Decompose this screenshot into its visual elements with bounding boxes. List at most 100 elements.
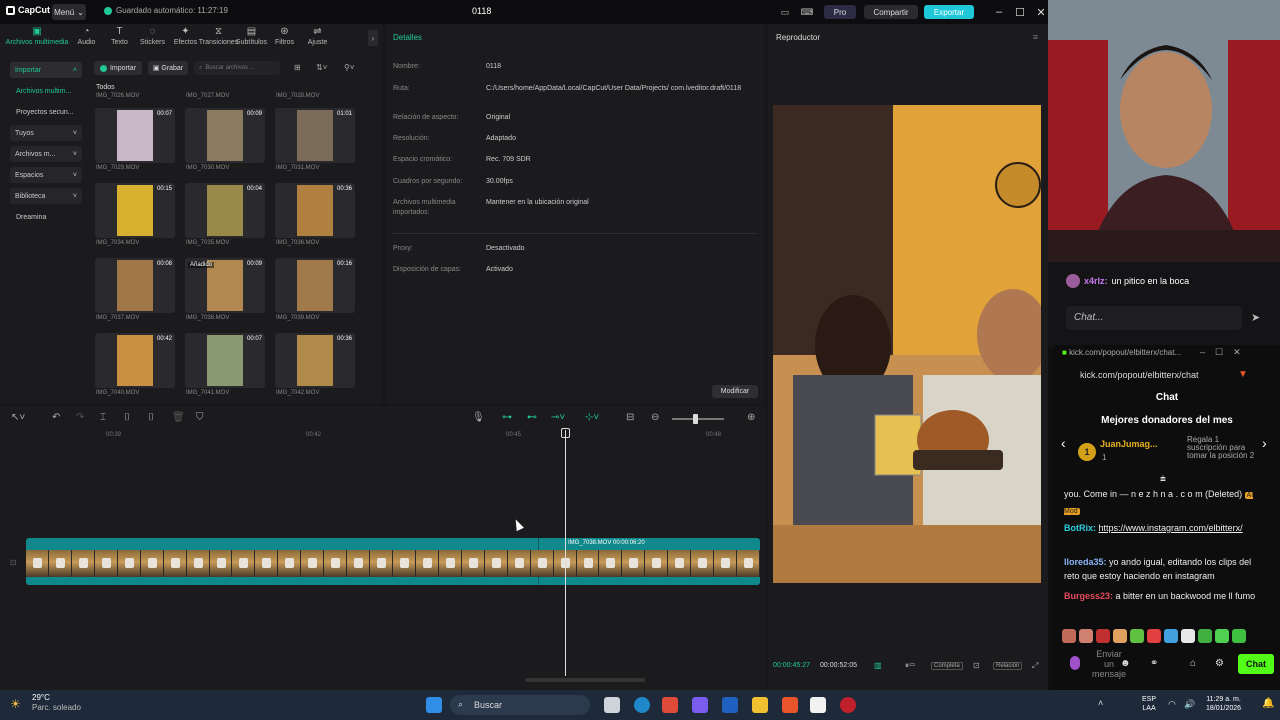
emote-icon[interactable] [1130,629,1144,643]
collapse-icon[interactable]: ⩧ [1160,474,1166,485]
filter-all[interactable]: Todos [96,84,115,91]
tool-text[interactable]: T Texto [103,26,136,50]
emote-icon[interactable] [1198,629,1212,643]
split-right-icon[interactable]: ⌷ [148,412,154,423]
clock[interactable]: 11:29 a. m. 18/01/2026 [1206,695,1241,713]
tool-adjust[interactable]: ⇌ Ajuste [301,26,334,50]
time-ruler[interactable]: 00:39 00:42 00:45 00:48 [26,428,766,440]
emote-icon[interactable] [1215,629,1229,643]
delete-icon[interactable]: 🗑 [172,412,185,423]
chat-send-button[interactable]: Chat [1238,654,1274,674]
linkage-icon[interactable]: ⊸˅ [551,412,565,423]
tool-effects[interactable]: ✦ Efectos [169,26,202,50]
chat-username[interactable]: lloreda35: [1064,557,1107,567]
media-thumbnail[interactable]: 00:07 [95,108,175,163]
tool-subtitle[interactable]: ▤ Subtítulos [235,26,268,50]
undo-icon[interactable]: ↶ [52,412,60,423]
microphone-icon[interactable] [1070,656,1080,670]
shield-icon[interactable]: ⛉ [196,412,204,423]
volume-icon[interactable]: 🔊 [1184,699,1195,710]
menu-button[interactable]: Menú ⌄ [52,4,86,20]
sidebar-item-secondary-projects[interactable]: Proyectos secun... [10,104,82,120]
sidebar-item-library[interactable]: Biblioteca ˅ [10,188,82,204]
media-thumbnail[interactable]: 00:42 [95,333,175,388]
chat-username[interactable]: Burgess23: [1064,591,1113,601]
sort-icon[interactable]: ⇅˅ [316,63,327,72]
filter-icon[interactable]: ⚲˅ [344,63,355,72]
emote-icon[interactable] [1181,629,1195,643]
media-thumbnail[interactable]: 00:36 [275,183,355,238]
sidebar-item-yours[interactable]: Tuyos ˅ [10,125,82,141]
gift-sub-prompt[interactable]: Regala 1 suscripción para tomar la posic… [1187,436,1257,460]
windows-start-icon[interactable] [426,697,442,713]
emote-icon[interactable] [1113,629,1127,643]
store-icon[interactable]: ⌂ [1190,658,1196,669]
sidebar-item-dreamina[interactable]: Dreamina [10,209,82,225]
brave-icon[interactable]: ▼ [1238,369,1248,380]
copilot-icon[interactable] [692,697,708,713]
gear-icon[interactable]: ⚙ [1215,658,1224,669]
emote-icon[interactable] [1147,629,1161,643]
minimize-icon[interactable]: – [990,3,1008,21]
edge-icon[interactable] [634,697,650,713]
zoom-slider[interactable] [672,418,724,420]
weather-widget[interactable]: 29°C Parc. soleado [32,693,81,713]
maximize-icon[interactable]: ☐ [1011,3,1029,21]
share-button[interactable]: Compartir [864,5,918,19]
crop-icon[interactable]: ⊡ [973,661,980,670]
shortcut-icon[interactable]: ⌨ [800,5,814,19]
import-button[interactable]: Importar [94,61,142,75]
split-left-icon[interactable]: ⌷ [124,412,130,423]
task-view-icon[interactable] [604,697,620,713]
tool-transition[interactable]: ⧖ Transiciones [199,26,238,50]
layout-icon[interactable]: ▭ [778,5,792,19]
redo-icon[interactable]: ↷ [76,412,84,423]
export-button[interactable]: Exportar [924,5,974,19]
media-thumbnail[interactable]: 00:15 [95,183,175,238]
file-explorer-icon[interactable] [752,697,768,713]
taskbar-search[interactable]: ⌕ Buscar [450,695,590,715]
sidebar-item-files[interactable]: Archivos m... ˅ [10,146,82,162]
emote-icon[interactable] [1062,629,1076,643]
emote-icon[interactable] [1164,629,1178,643]
media-thumbnail[interactable]: 00:07 [185,333,265,388]
send-icon[interactable]: ➤ [1251,311,1260,324]
users-icon[interactable]: ⚭ [1150,658,1158,669]
record-button[interactable]: ▣ Grabar [148,61,188,75]
fit-button[interactable]: Completa [931,662,963,670]
chat-input[interactable]: Chat... [1066,306,1242,330]
emote-icon[interactable] [1079,629,1093,643]
store-app-icon[interactable] [662,697,678,713]
select-tool-icon[interactable]: ↖˅ [11,412,25,423]
brave-taskbar-icon[interactable] [782,697,798,713]
video-preview[interactable] [773,105,1041,583]
tray-chevron-icon[interactable]: ˄ [1098,698,1103,708]
media-thumbnail[interactable]: 00:09 Añadido [185,258,265,313]
play-pause-icon[interactable]: ⏸▭ [905,661,915,671]
zoom-out-icon[interactable]: ⊖ [651,412,659,423]
tool-audio[interactable]: ◔ Audio [70,26,103,50]
fullscreen-icon[interactable]: ⤢ [1032,661,1038,671]
emote-icon[interactable] [1232,629,1246,643]
playhead[interactable] [565,430,566,676]
microphone-icon[interactable]: 🎙 [472,412,485,423]
sidebar-import[interactable]: Importar ˄ [10,62,82,78]
tool-sticker[interactable]: ◌ Stickers [136,26,169,50]
zoom-in-icon[interactable]: ⊕ [747,412,755,423]
chat-username[interactable]: BotRix: [1064,523,1096,533]
modify-button[interactable]: Modificar [712,385,758,398]
ratio-button[interactable]: Relación [993,662,1023,670]
track-lock-icon[interactable]: ⊡ [10,558,17,567]
browser-window-controls[interactable]: – ☐ ✕ [1200,347,1241,358]
video-track-clip[interactable]: IMG_7038.MOV 00:00:06:20 [26,538,760,585]
chat-text[interactable]: https://www.instagram.com/elbitterx/ [1099,523,1243,533]
wifi-icon[interactable]: ◠ [1168,699,1176,710]
media-thumbnail[interactable]: 00:08 [95,258,175,313]
preview-axis-icon[interactable]: ⊹˅ [585,412,599,423]
tool-media[interactable]: ▣ Archivos multimedia [4,26,70,50]
media-search-input[interactable]: ⌕ Buscar archivos ... [194,61,280,75]
media-thumbnail[interactable]: 00:16 [275,258,355,313]
chevron-right-icon[interactable]: › [1262,435,1267,451]
sidebar-item-media[interactable]: Archivos multim... [10,83,82,99]
chevron-left-icon[interactable]: ‹ [1061,435,1066,451]
